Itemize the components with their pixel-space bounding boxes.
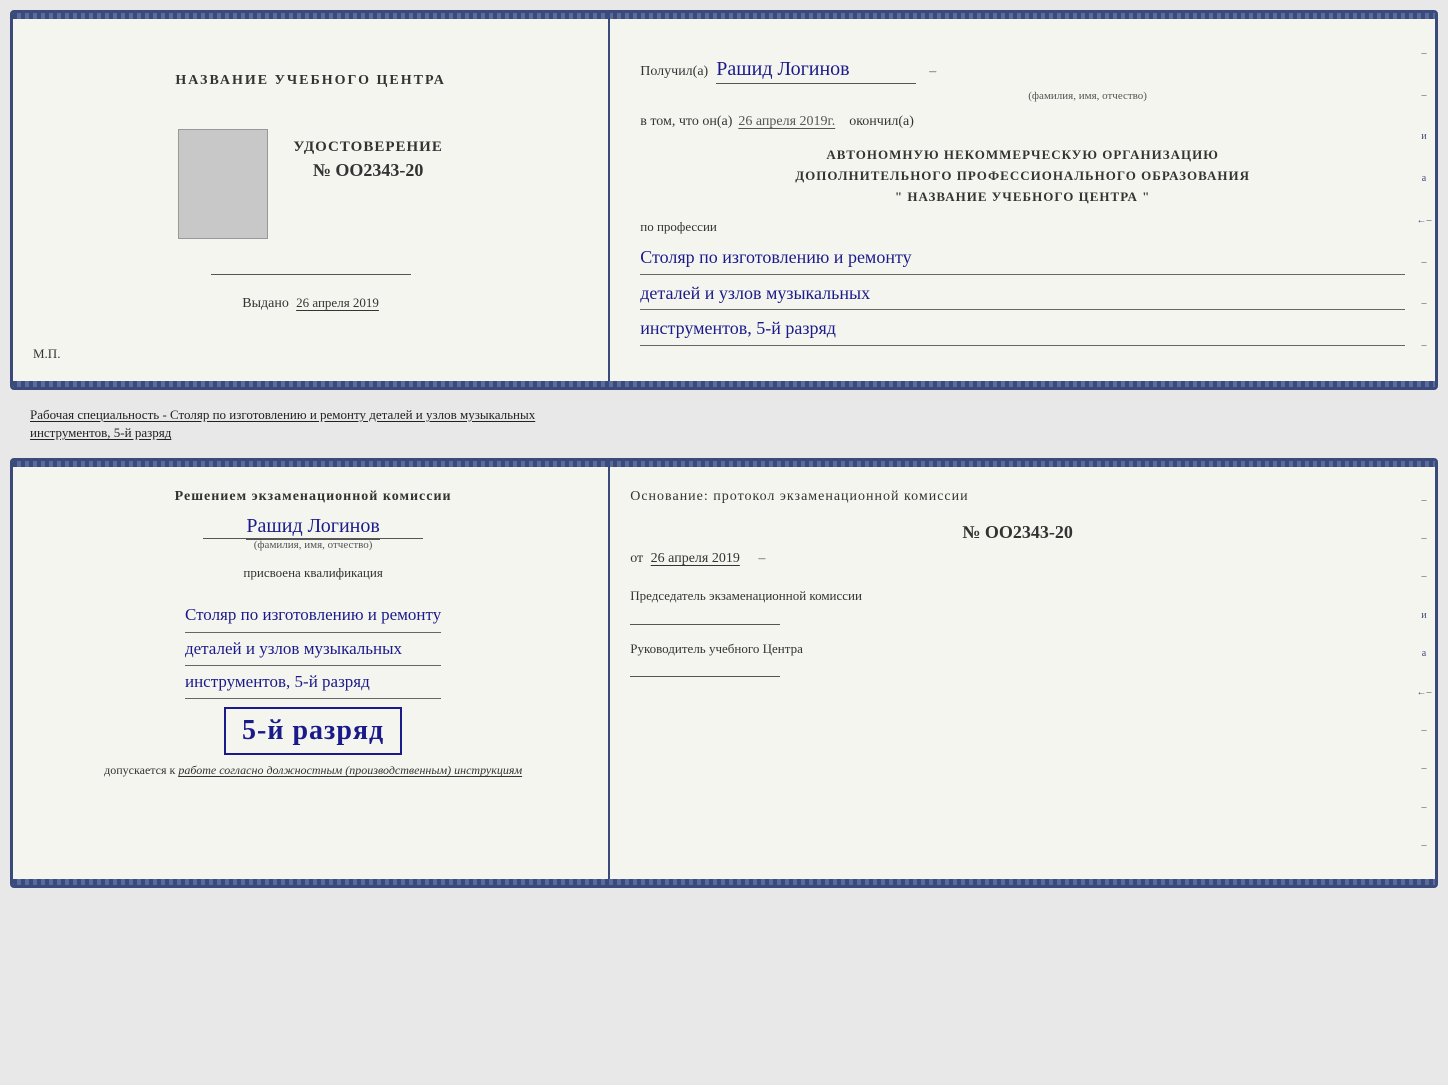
from-date-row: от 26 апреля 2019 – <box>630 551 1405 567</box>
mp-label: М.П. <box>33 346 60 362</box>
middle-label: Рабочая специальность - Столяр по изгото… <box>10 398 1438 450</box>
org-name-top: НАЗВАНИЕ УЧЕБНОГО ЦЕНТРА <box>175 73 445 89</box>
issued-label: Выдано <box>242 296 289 311</box>
edge-dash-5: ←– <box>1416 216 1431 226</box>
b-edge-dash-3: – <box>1421 572 1426 582</box>
qual-label: присвоена квалификация <box>243 565 382 581</box>
edge-dash-8: – <box>1421 341 1426 351</box>
dash: – <box>929 64 936 80</box>
b-edge-dash-9: – <box>1421 803 1426 813</box>
bottom-doc-right: Основание: протокол экзаменационной коми… <box>610 461 1435 885</box>
edge-dash-6: – <box>1421 258 1426 268</box>
date-line: в том, что он(а) 26 апреля 2019г. окончи… <box>640 114 1405 130</box>
from-label: от <box>630 551 643 566</box>
middle-label-suffix: инструментов, 5-й разряд <box>30 425 171 440</box>
b-edge-dash-8: – <box>1421 764 1426 774</box>
qual-line2: деталей и узлов музыкальных <box>185 633 441 666</box>
bottom-right-edge: – – – и а ←– – – – – <box>1413 461 1435 885</box>
bottom-name-container: Рашид Логинов <box>203 515 423 539</box>
допуск-row: допускается к работе согласно должностны… <box>104 763 522 778</box>
finished-label: окончил(а) <box>849 114 914 130</box>
protocol-number: № OO2343-20 <box>630 522 1405 543</box>
edge-dash-3: и <box>1421 132 1426 142</box>
recipient-line: Получил(а) Рашид Логинов – <box>640 58 1405 84</box>
b-edge-dash-1: – <box>1421 496 1426 506</box>
b-edge-dash-7: – <box>1421 726 1426 736</box>
edge-dash-7: – <box>1421 299 1426 309</box>
edge-dash-2: – <box>1421 91 1426 101</box>
cert-number: № OO2343-20 <box>313 160 424 181</box>
chairman-sig-line <box>630 624 780 625</box>
b-edge-dash-4: и <box>1421 611 1426 621</box>
cert-date-row: Выдано 26 апреля 2019 <box>242 295 379 312</box>
cert-info: УДОСТОВЕРЕНИЕ № OO2343-20 <box>293 139 443 181</box>
profession-line2: деталей и узлов музыкальных <box>640 277 1405 310</box>
b-edge-dash-2: – <box>1421 534 1426 544</box>
head-block: Руководитель учебного Центра <box>630 640 1405 677</box>
profession-line3: инструментов, 5-й разряд <box>640 312 1405 345</box>
top-doc-left: НАЗВАНИЕ УЧЕБНОГО ЦЕНТРА УДОСТОВЕРЕНИЕ №… <box>13 13 610 387</box>
cert-divider <box>211 274 411 275</box>
name-subtitle-top: (фамилия, имя, отчество) <box>770 90 1405 102</box>
qual-line1: Столяр по изготовлению и ремонту <box>185 599 441 632</box>
b-edge-dash-6: ←– <box>1416 688 1431 698</box>
org-block: АВТОНОМНУЮ НЕКОММЕРЧЕСКУЮ ОРГАНИЗАЦИЮ ДО… <box>640 145 1405 207</box>
org-line1: АВТОНОМНУЮ НЕКОММЕРЧЕСКУЮ ОРГАНИЗАЦИЮ <box>640 145 1405 166</box>
bottom-doc-left: Решением экзаменационной комиссии Рашид … <box>13 461 610 885</box>
bottom-document: Решением экзаменационной комиссии Рашид … <box>10 458 1438 888</box>
decision-text: Решением экзаменационной комиссии <box>175 486 452 507</box>
edge-dash-1: – <box>1421 49 1426 59</box>
chairman-block: Председатель экзаменационной комиссии <box>630 587 1405 624</box>
profession-line1: Столяр по изготовлению и ремонту <box>640 241 1405 274</box>
qual-block: Столяр по изготовлению и ремонту деталей… <box>185 599 441 699</box>
chairman-label: Председатель экзаменационной комиссии <box>630 587 1405 605</box>
head-label: Руководитель учебного Центра <box>630 640 1405 658</box>
recipient-name: Рашид Логинов <box>716 58 916 84</box>
edge-dash-4: а <box>1422 174 1426 184</box>
right-edge: – – и а ←– – – – <box>1413 13 1435 387</box>
profession-label: по профессии <box>640 219 1405 235</box>
b-edge-dash-10: – <box>1421 841 1426 851</box>
rank-text: 5-й разряд <box>242 715 384 746</box>
bottom-person-name: Рашид Логинов <box>246 515 379 540</box>
bottom-name-subtitle: (фамилия, имя, отчество) <box>254 539 373 551</box>
basis-text: Основание: протокол экзаменационной коми… <box>630 486 1405 507</box>
b-edge-dash-5: а <box>1422 649 1426 659</box>
photo-name-row: УДОСТОВЕРЕНИЕ № OO2343-20 <box>178 129 443 239</box>
допуск-value: работе согласно должностным (производств… <box>178 763 522 777</box>
photo-placeholder <box>178 129 268 239</box>
page-wrapper: НАЗВАНИЕ УЧЕБНОГО ЦЕНТРА УДОСТОВЕРЕНИЕ №… <box>10 10 1438 888</box>
org-line3: " НАЗВАНИЕ УЧЕБНОГО ЦЕНТРА " <box>640 187 1405 208</box>
top-document: НАЗВАНИЕ УЧЕБНОГО ЦЕНТРА УДОСТОВЕРЕНИЕ №… <box>10 10 1438 390</box>
head-sig-line <box>630 676 780 677</box>
cert-title: УДОСТОВЕРЕНИЕ <box>293 139 443 156</box>
issued-date: 26 апреля 2019 <box>296 295 379 310</box>
received-label: Получил(а) <box>640 64 708 80</box>
from-dash: – <box>758 551 765 566</box>
from-date-value: 26 апреля 2019 <box>651 551 740 566</box>
middle-label-prefix: Рабочая специальность - Столяр по изгото… <box>30 407 535 422</box>
date-label: в том, что он(а) <box>640 114 732 130</box>
org-line2: ДОПОЛНИТЕЛЬНОГО ПРОФЕССИОНАЛЬНОГО ОБРАЗО… <box>640 166 1405 187</box>
rank-box: 5-й разряд <box>224 707 402 755</box>
date-value: 26 апреля 2019г. <box>738 114 835 130</box>
qual-line3: инструментов, 5-й разряд <box>185 666 441 699</box>
допуск-label: допускается к <box>104 763 175 777</box>
top-doc-right: Получил(а) Рашид Логинов – (фамилия, имя… <box>610 13 1435 387</box>
